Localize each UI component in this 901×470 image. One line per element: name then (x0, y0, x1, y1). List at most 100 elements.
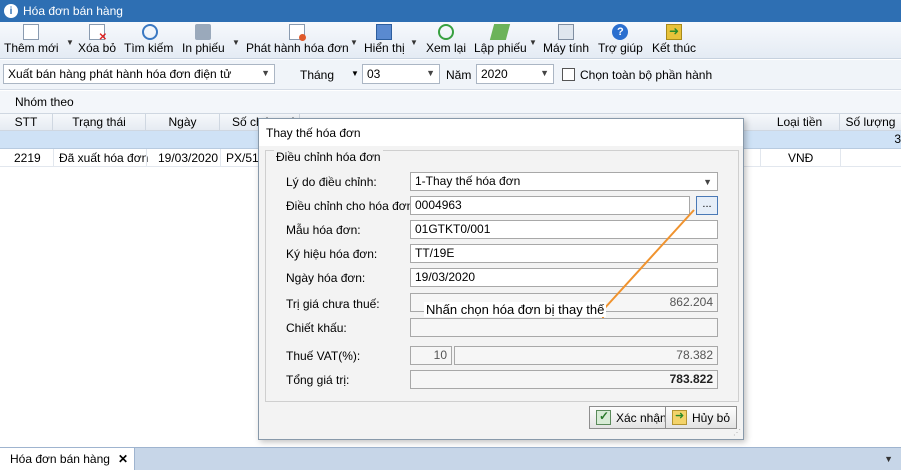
calculator-icon (558, 24, 575, 40)
add-new-dropdown-arrow[interactable]: ▼ (66, 38, 74, 47)
column-header-quantity[interactable]: Số lượng (840, 114, 901, 131)
column-header-date[interactable]: Ngày (146, 114, 220, 131)
confirm-label: Xác nhận (616, 410, 667, 425)
chevron-down-icon: ▼ (540, 68, 549, 78)
close-icon[interactable]: ✕ (118, 452, 128, 466)
display-icon (376, 24, 393, 40)
cancel-icon (672, 409, 687, 425)
chevron-down-icon: ▼ (703, 177, 712, 187)
dialog-title: Thay thế hóa đơn (259, 119, 743, 146)
reason-select[interactable]: 1-Thay thế hóa đơn ▼ (410, 172, 718, 191)
help-icon: ? (612, 24, 629, 40)
transaction-type-select[interactable]: Xuất bán hàng phát hành hóa đơn điện tử … (3, 64, 275, 84)
create-voucher-label: Lập phiếu (474, 41, 527, 55)
adjust-for-invoice-field[interactable]: 0004963 (410, 196, 690, 215)
select-all-checkbox[interactable] (562, 68, 575, 81)
symbol-label: Ký hiệu hóa đơn: (286, 247, 378, 261)
display-dropdown-arrow[interactable]: ▼ (410, 38, 418, 47)
chevron-down-icon: ▼ (426, 68, 435, 78)
total-label: Tổng giá trị: (286, 373, 350, 387)
add-new-button[interactable]: Thêm mới (4, 24, 59, 57)
issue-invoice-button[interactable]: Phát hành hóa đơn (246, 24, 349, 57)
group-by-bar[interactable]: Nhóm theo (0, 91, 901, 113)
reason-value: 1-Thay thế hóa đơn (415, 174, 521, 188)
review-icon (438, 24, 454, 40)
exit-label: Kết thúc (652, 41, 697, 55)
vat-amount-field: 78.382 (454, 346, 718, 365)
app-info-icon: i (4, 4, 18, 18)
vat-label: Thuế VAT(%): (286, 349, 361, 363)
resize-grip-icon[interactable]: ⋰ (733, 428, 741, 437)
cell-document: PX/519 (226, 151, 258, 165)
template-label: Mẫu hóa đơn: (286, 223, 361, 237)
annotation-callout: Nhấn chọn hóa đơn bị thay thế (424, 302, 607, 317)
window-title: Hóa đơn bán hàng (23, 4, 123, 18)
search-button[interactable]: Tìm kiếm (124, 24, 173, 57)
year-label: Năm (446, 68, 472, 82)
display-button[interactable]: Hiển thị (364, 24, 405, 57)
year-select[interactable]: 2020 ▼ (476, 64, 554, 84)
reason-label: Lý do điều chỉnh: (286, 175, 377, 189)
help-label: Trợ giúp (598, 41, 643, 55)
chevron-down-icon[interactable]: ▼ (884, 454, 893, 464)
create-voucher-button[interactable]: Lập phiếu (474, 24, 527, 57)
row-separator (146, 149, 147, 167)
cancel-button[interactable]: Hủy bỏ (665, 406, 738, 429)
search-label: Tìm kiếm (124, 41, 174, 55)
browse-invoice-button[interactable]: ... (696, 196, 718, 215)
review-button[interactable]: Xem lại (426, 24, 466, 57)
month-label-arrow-icon: ▼ (351, 69, 359, 78)
discount-field[interactable] (410, 318, 718, 337)
invoice-date-label: Ngày hóa đơn: (286, 271, 366, 285)
exit-button[interactable]: Kết thúc (652, 24, 696, 57)
create-voucher-dropdown-arrow[interactable]: ▼ (529, 38, 537, 47)
vat-rate-field[interactable]: 10 (410, 346, 452, 365)
tab-sales-invoice[interactable]: Hóa đơn bán hàng ✕ (0, 448, 136, 470)
row-separator (840, 149, 841, 167)
tab-sales-invoice-label: Hóa đơn bán hàng (10, 452, 110, 466)
calculator-label: Máy tính (543, 41, 590, 55)
template-field[interactable]: 01GTKT0/001 (410, 220, 718, 239)
select-all-label: Chọn toàn bộ phần hành (580, 68, 713, 82)
group-by-label: Nhóm theo (15, 95, 74, 109)
review-label: Xem lại (426, 41, 467, 55)
confirm-icon (596, 409, 611, 425)
search-icon (142, 24, 159, 40)
adjustment-group: Điều chỉnh hóa đơn Lý do điều chỉnh: 1-T… (265, 150, 739, 402)
row-separator (53, 149, 54, 167)
display-label: Hiển thị (364, 41, 405, 55)
cancel-label: Hủy bỏ (692, 410, 731, 425)
filter-row-quantity: 3 (894, 132, 901, 146)
window-titlebar: i Hóa đơn bán hàng (0, 0, 901, 22)
chevron-down-icon: ▼ (261, 68, 270, 78)
cell-stt: 2219 (14, 151, 41, 165)
print-label: In phiếu (182, 41, 225, 55)
document-tab-bar: Hóa đơn bán hàng ✕ ▼ (0, 447, 901, 470)
create-voucher-icon (490, 24, 511, 40)
help-button[interactable]: ? Trợ giúp (598, 24, 643, 57)
issue-invoice-icon (289, 24, 307, 41)
transaction-type-value: Xuất bán hàng phát hành hóa đơn điện tử (8, 67, 232, 81)
delete-button[interactable]: Xóa bỏ (78, 24, 116, 57)
print-dropdown-arrow[interactable]: ▼ (232, 38, 240, 47)
column-header-status[interactable]: Trạng thái (53, 114, 146, 131)
pretax-label: Trị giá chưa thuế: (286, 297, 380, 311)
invoice-date-field[interactable]: 19/03/2020 (410, 268, 718, 287)
column-header-stt[interactable]: STT (0, 114, 53, 131)
symbol-field[interactable]: TT/19E (410, 244, 718, 263)
print-button[interactable]: In phiếu (182, 24, 225, 57)
month-value: 03 (367, 67, 381, 81)
confirm-button[interactable]: Xác nhận (589, 406, 674, 429)
total-field: 783.822 (410, 370, 718, 389)
delete-icon (89, 24, 107, 43)
filter-bar: Xuất bán hàng phát hành hóa đơn điện tử … (0, 60, 901, 90)
column-header-currency[interactable]: Loại tiền (760, 114, 840, 131)
exit-icon (666, 24, 683, 40)
calculator-button[interactable]: Máy tính (543, 24, 589, 57)
replace-invoice-dialog: Thay thế hóa đơn Điều chỉnh hóa đơn Lý d… (258, 118, 744, 440)
issue-invoice-dropdown-arrow[interactable]: ▼ (350, 38, 358, 47)
month-label: Tháng (300, 68, 335, 82)
adjust-for-invoice-label: Điều chỉnh cho hóa đơn: (286, 199, 417, 213)
month-select[interactable]: 03 ▼ (362, 64, 440, 84)
printer-icon (195, 24, 212, 40)
